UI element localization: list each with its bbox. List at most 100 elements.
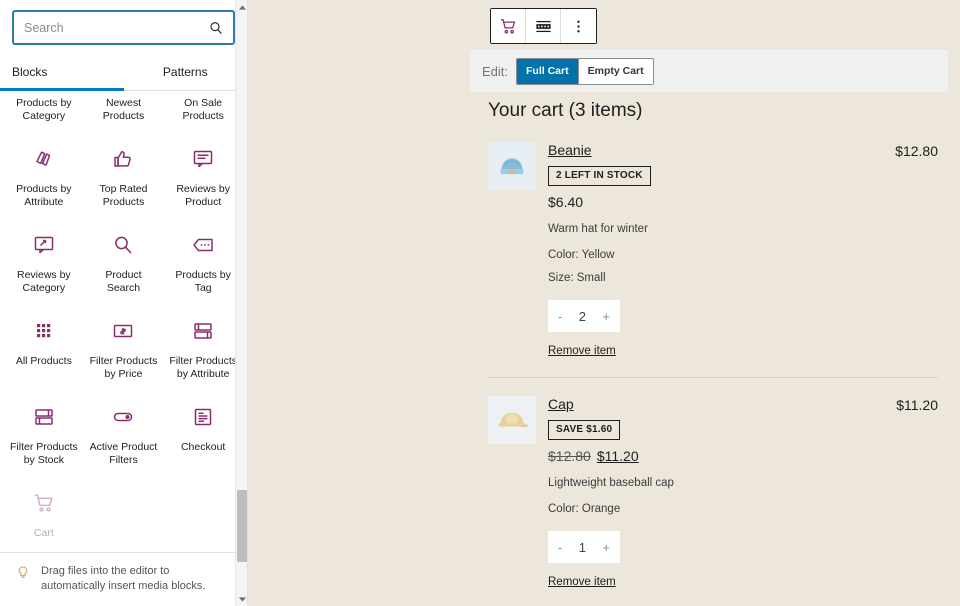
empty-cart-button[interactable]: Empty Cart xyxy=(579,59,653,84)
block-item-label: Filter Products by Attribute xyxy=(167,355,239,381)
block-item-filter-products-by-price[interactable]: Filter Products by Price xyxy=(84,305,164,391)
cart-items-list: Beanie 2 LEFT IN STOCK $6.40 Warm hat for w… xyxy=(488,138,938,606)
block-item-products-by-category[interactable]: Products by Category xyxy=(4,91,84,133)
inserter-footer-tip: Drag files into the editor to automatica… xyxy=(0,552,247,606)
block-item-products-by-tag[interactable]: Products by Tag xyxy=(163,219,243,305)
block-item-reviews-by-product[interactable]: Reviews by Product xyxy=(163,133,243,219)
scrollbar-up-button[interactable] xyxy=(236,1,248,13)
more-options-icon xyxy=(569,17,588,36)
quantity-increase-button[interactable]: + xyxy=(600,539,612,556)
tip-text: Drag files into the editor to automatica… xyxy=(41,564,235,594)
block-item-label: Reviews by Category xyxy=(8,269,80,295)
remove-item-link[interactable]: Remove item xyxy=(548,576,616,588)
cart-block: Your cart (3 items) Beanie 2 LEFT IN STOC… xyxy=(488,100,938,606)
block-item-label: All Products xyxy=(16,355,72,368)
cart-item-description: Lightweight baseball cap xyxy=(548,476,870,491)
tab-blocks[interactable]: Blocks xyxy=(0,55,124,90)
cart-item-details: Beanie 2 LEFT IN STOCK $6.40 Warm hat for w… xyxy=(548,142,870,359)
quantity-decrease-button[interactable]: - xyxy=(556,308,564,325)
align-button[interactable] xyxy=(526,9,561,43)
quantity-increase-button[interactable]: + xyxy=(600,308,612,325)
inserter-search-area xyxy=(0,0,247,51)
block-item-top-rated-products[interactable]: Top Rated Products xyxy=(84,133,164,219)
block-item-label: Active Product Filters xyxy=(87,441,159,467)
block-item-label: Checkout xyxy=(181,441,225,454)
block-toolbar xyxy=(490,8,597,44)
cap-thumbnail[interactable] xyxy=(488,396,536,444)
block-item-checkout[interactable]: Checkout xyxy=(163,391,243,477)
block-item-on-sale-products[interactable]: On Sale Products xyxy=(163,91,243,133)
inserter-tabs: Blocks Patterns xyxy=(0,55,247,91)
block-item-all-products[interactable]: All Products xyxy=(4,305,84,391)
beanie-thumbnail[interactable] xyxy=(488,142,536,190)
cart-view-toggle: Full Cart Empty Cart xyxy=(516,58,654,85)
cart-item-name-link[interactable]: Beanie xyxy=(548,142,592,158)
cart-item-row: Beanie 2 LEFT IN STOCK $6.40 Warm hat for w… xyxy=(488,138,938,377)
block-item-label: Products by Attribute xyxy=(8,183,80,209)
editor-canvas: Edit: Full Cart Empty Cart Your cart (3 … xyxy=(248,0,960,606)
editor-root: Blocks Patterns Products by Category Newe… xyxy=(0,0,960,606)
cart-block-icon-button[interactable] xyxy=(491,9,526,43)
block-item-label: Top Rated Products xyxy=(87,183,159,209)
remove-item-link[interactable]: Remove item xyxy=(548,345,616,357)
block-item-label: Filter Products by Price xyxy=(87,355,159,381)
block-item-newest-products[interactable]: Newest Products xyxy=(84,91,164,133)
cart-item-variation: Color: Yellow xyxy=(548,248,870,263)
block-item-label: Products by Category xyxy=(8,97,80,123)
more-options-button[interactable] xyxy=(561,9,596,43)
block-item-products-by-attribute[interactable]: Products by Attribute xyxy=(4,133,84,219)
cart-icon xyxy=(32,491,56,527)
cart-item-price: $6.40 xyxy=(548,194,870,210)
chevron-down-icon xyxy=(239,597,246,602)
sidebar-scrollbar[interactable] xyxy=(235,0,247,606)
quantity-value: 2 xyxy=(579,309,586,324)
thumbs-up-icon xyxy=(111,147,135,183)
grid-dots-icon xyxy=(32,319,56,355)
scrollbar-thumb[interactable] xyxy=(237,490,247,562)
block-item-reviews-by-category[interactable]: Reviews by Category xyxy=(4,219,84,305)
block-item-label: On Sale Products xyxy=(167,97,239,123)
block-inserter-sidebar: Blocks Patterns Products by Category Newe… xyxy=(0,0,248,606)
block-list-scroll-region: Products by Category Newest Products On Sa… xyxy=(0,91,247,552)
magnifier-icon xyxy=(111,233,135,269)
block-item-product-search[interactable]: Product Search xyxy=(84,219,164,305)
price-filter-icon xyxy=(111,319,135,355)
cart-item-description: Warm hat for winter xyxy=(548,222,870,237)
block-item-label: Newest Products xyxy=(87,97,159,123)
search-input[interactable] xyxy=(14,12,233,43)
block-item-filter-products-by-attribute[interactable]: Filter Products by Attribute xyxy=(163,305,243,391)
cart-item-old-price: $12.80 xyxy=(548,448,591,464)
block-item-label: Product Search xyxy=(87,269,159,295)
block-item-active-product-filters[interactable]: Active Product Filters xyxy=(84,391,164,477)
quantity-decrease-button[interactable]: - xyxy=(556,539,564,556)
scrollbar-down-button[interactable] xyxy=(236,593,248,605)
quantity-value: 1 xyxy=(579,540,586,555)
block-item-label: Products by Tag xyxy=(167,269,239,295)
quantity-stepper[interactable]: -1 + xyxy=(548,531,620,563)
cart-item-sale-price: $11.20 xyxy=(597,448,639,464)
cart-item-name-link[interactable]: Cap xyxy=(548,396,574,412)
block-item-label: Reviews by Product xyxy=(167,183,239,209)
edit-label: Edit: xyxy=(482,64,508,79)
block-item-filter-products-by-stock[interactable]: Filter Products by Stock xyxy=(4,391,84,477)
block-item-label: Filter Products by Stock xyxy=(8,441,80,467)
align-icon xyxy=(534,17,553,36)
block-grid: Products by Category Newest Products On Sa… xyxy=(0,91,247,552)
cart-title: Your cart (3 items) xyxy=(488,100,938,122)
attribute-filter-icon xyxy=(191,319,215,355)
cart-item-badge: 2 LEFT IN STOCK xyxy=(548,166,651,186)
stock-filter-icon xyxy=(32,405,56,441)
tab-patterns[interactable]: Patterns xyxy=(124,55,248,90)
quantity-stepper[interactable]: -2 + xyxy=(548,300,620,332)
cart-item-row: CapSAVE $1.60$12.80$11.20Lightweight bas… xyxy=(488,377,938,606)
cart-item-price: $12.80 $11.20 xyxy=(548,448,870,464)
block-item-cart: Cart xyxy=(4,477,84,552)
beanie-image xyxy=(493,147,531,185)
cart-item-variation: Color: Orange xyxy=(548,502,870,517)
search-box[interactable] xyxy=(12,10,235,45)
cart-icon xyxy=(499,17,518,36)
full-cart-button[interactable]: Full Cart xyxy=(517,59,579,84)
cart-item-total: $12.80 xyxy=(880,142,938,159)
search-icon xyxy=(208,20,224,36)
cart-item-details: CapSAVE $1.60$12.80$11.20Lightweight bas… xyxy=(548,396,870,590)
